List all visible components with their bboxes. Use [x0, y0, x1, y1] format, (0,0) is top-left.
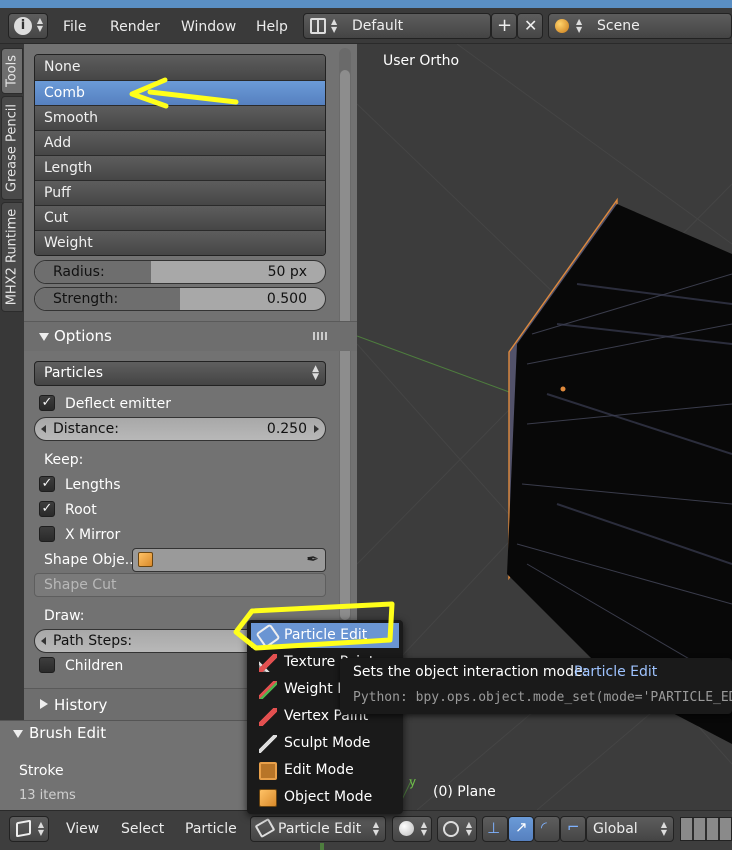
annotation-arrow-shaft — [147, 89, 239, 105]
annotation-highlight-box — [233, 601, 395, 651]
annotation-overlay — [129, 77, 395, 651]
blender-window: i ▲ ▼ File Render Window Help ▲ ▼ Default … — [0, 0, 732, 850]
